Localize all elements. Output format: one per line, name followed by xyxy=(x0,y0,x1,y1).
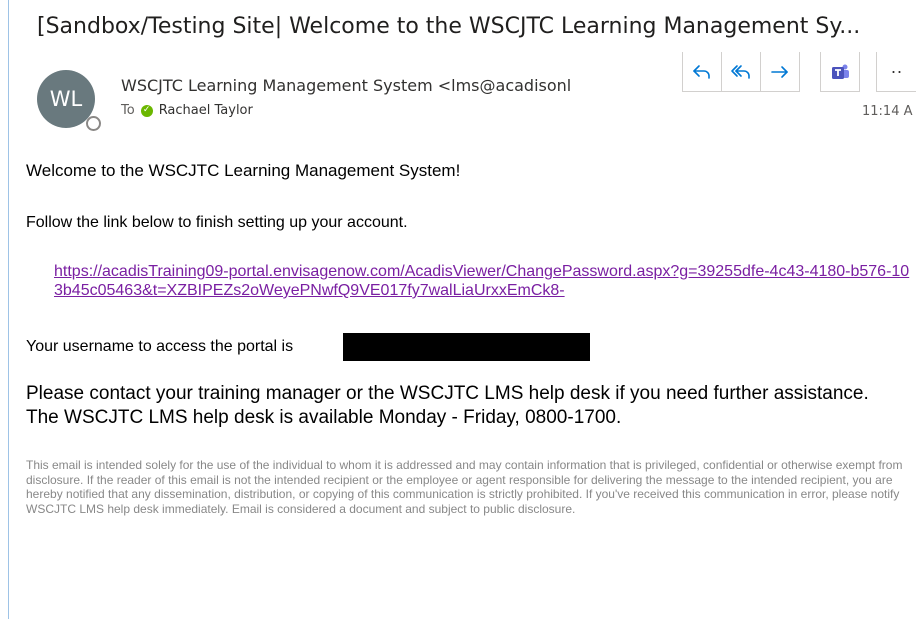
recipient-name[interactable]: Rachael Taylor xyxy=(159,103,253,118)
forward-icon xyxy=(771,65,788,78)
disclaimer-text: This email is intended solely for the us… xyxy=(26,458,903,516)
username-text: Your username to access the portal is xyxy=(26,338,294,355)
change-password-link[interactable]: https://acadisTraining09-portal.envisage… xyxy=(54,262,914,300)
reply-button[interactable] xyxy=(682,52,722,92)
reading-pane-border xyxy=(8,0,9,619)
reply-all-button[interactable] xyxy=(721,52,761,92)
email-timestamp: 11:14 A xyxy=(862,104,913,119)
more-actions-button[interactable]: ·· xyxy=(876,52,916,92)
sender-name[interactable]: WSCJTC Learning Management System <lms@a… xyxy=(121,76,648,95)
instruction-text: Follow the link below to finish setting … xyxy=(26,214,408,231)
welcome-text: Welcome to the WSCJTC Learning Managemen… xyxy=(26,161,461,180)
to-label: To xyxy=(121,103,135,118)
recipient-row: To ✓ Rachael Taylor xyxy=(121,103,253,118)
reply-icon xyxy=(693,64,710,79)
avatar-initials: WL xyxy=(49,87,83,111)
redacted-username xyxy=(343,333,590,361)
presence-unknown-icon xyxy=(86,116,101,131)
reply-all-icon xyxy=(731,64,750,79)
email-subject: [Sandbox/Testing Site| Welcome to the WS… xyxy=(37,14,861,39)
more-icon: ·· xyxy=(890,61,903,81)
forward-button[interactable] xyxy=(760,52,800,92)
contact-text: Please contact your training manager or … xyxy=(26,383,869,428)
presence-available-icon: ✓ xyxy=(140,104,153,117)
teams-share-button[interactable] xyxy=(820,52,860,92)
teams-icon xyxy=(832,64,849,79)
